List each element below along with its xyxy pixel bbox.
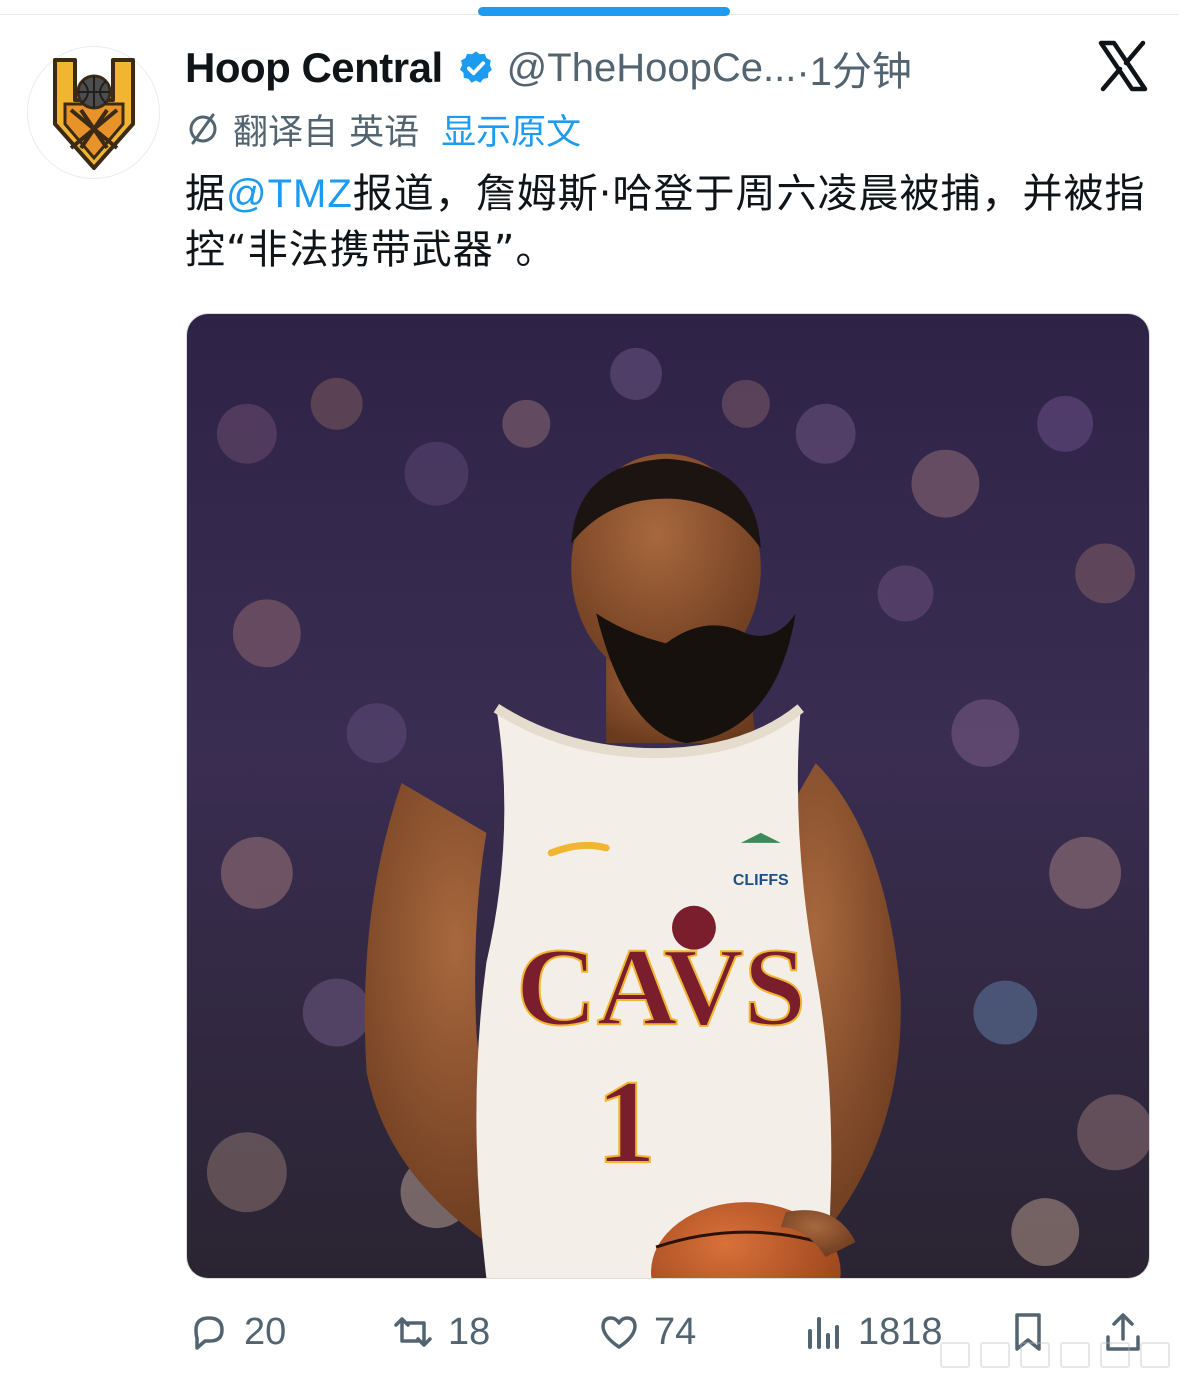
view-count: 1818 bbox=[858, 1310, 943, 1353]
user-handle[interactable]: @TheHoopCe... bbox=[507, 46, 797, 91]
reply-count: 20 bbox=[244, 1310, 287, 1353]
hoop-central-logo bbox=[52, 57, 135, 170]
mention-link[interactable]: @TMZ bbox=[226, 172, 353, 216]
watermark-glyph bbox=[940, 1342, 970, 1368]
avatar[interactable] bbox=[27, 46, 160, 179]
retweet-icon bbox=[394, 1317, 432, 1347]
watermark-glyph bbox=[1100, 1342, 1130, 1368]
sheet-drag-handle[interactable] bbox=[478, 7, 730, 16]
reply-button[interactable]: 20 bbox=[186, 1300, 286, 1364]
retweet-button[interactable]: 18 bbox=[390, 1300, 490, 1364]
watermark-glyph bbox=[1060, 1342, 1090, 1368]
like-count: 74 bbox=[654, 1310, 697, 1353]
jersey-wordmark: CAVS bbox=[516, 926, 806, 1050]
translate-icon bbox=[189, 113, 217, 145]
like-icon bbox=[601, 1316, 637, 1349]
watermark-glyph bbox=[980, 1342, 1010, 1368]
jersey-sponsor: CLIFFS bbox=[733, 872, 789, 889]
translation-row: 翻译自 英语 显示原文 bbox=[185, 105, 581, 153]
retweet-count: 18 bbox=[448, 1310, 491, 1353]
x-logo-icon[interactable] bbox=[1097, 40, 1149, 92]
views-button[interactable]: 1818 bbox=[800, 1300, 943, 1364]
tweet-text: 据@TMZ报道，詹姆斯·哈登于周六凌晨被捕，并被指控“非法携带武器”。 bbox=[185, 166, 1150, 278]
verified-badge-icon bbox=[459, 51, 492, 83]
watermark-glyph bbox=[1140, 1342, 1170, 1368]
tweet-timestamp[interactable]: ·1分钟 bbox=[796, 39, 912, 97]
show-original-link[interactable]: 显示原文 bbox=[441, 104, 581, 155]
views-icon bbox=[808, 1317, 839, 1349]
translated-from-label: 翻译自 英语 bbox=[233, 112, 420, 153]
tweet-photo[interactable]: CLIFFS CAVS 1 bbox=[186, 313, 1150, 1279]
player-photo: CLIFFS CAVS 1 bbox=[187, 314, 1149, 1278]
watermark-glyph bbox=[1020, 1342, 1050, 1368]
tweet-header: Hoop Central @TheHoopCe... ·1分钟 bbox=[185, 38, 1145, 98]
reply-icon bbox=[194, 1316, 224, 1350]
jersey-number: 1 bbox=[596, 1055, 656, 1188]
watermark-strip bbox=[940, 1342, 1170, 1368]
display-name[interactable]: Hoop Central bbox=[185, 44, 443, 92]
tweet-text-lead: 据 bbox=[185, 171, 226, 217]
like-button[interactable]: 74 bbox=[596, 1300, 696, 1364]
